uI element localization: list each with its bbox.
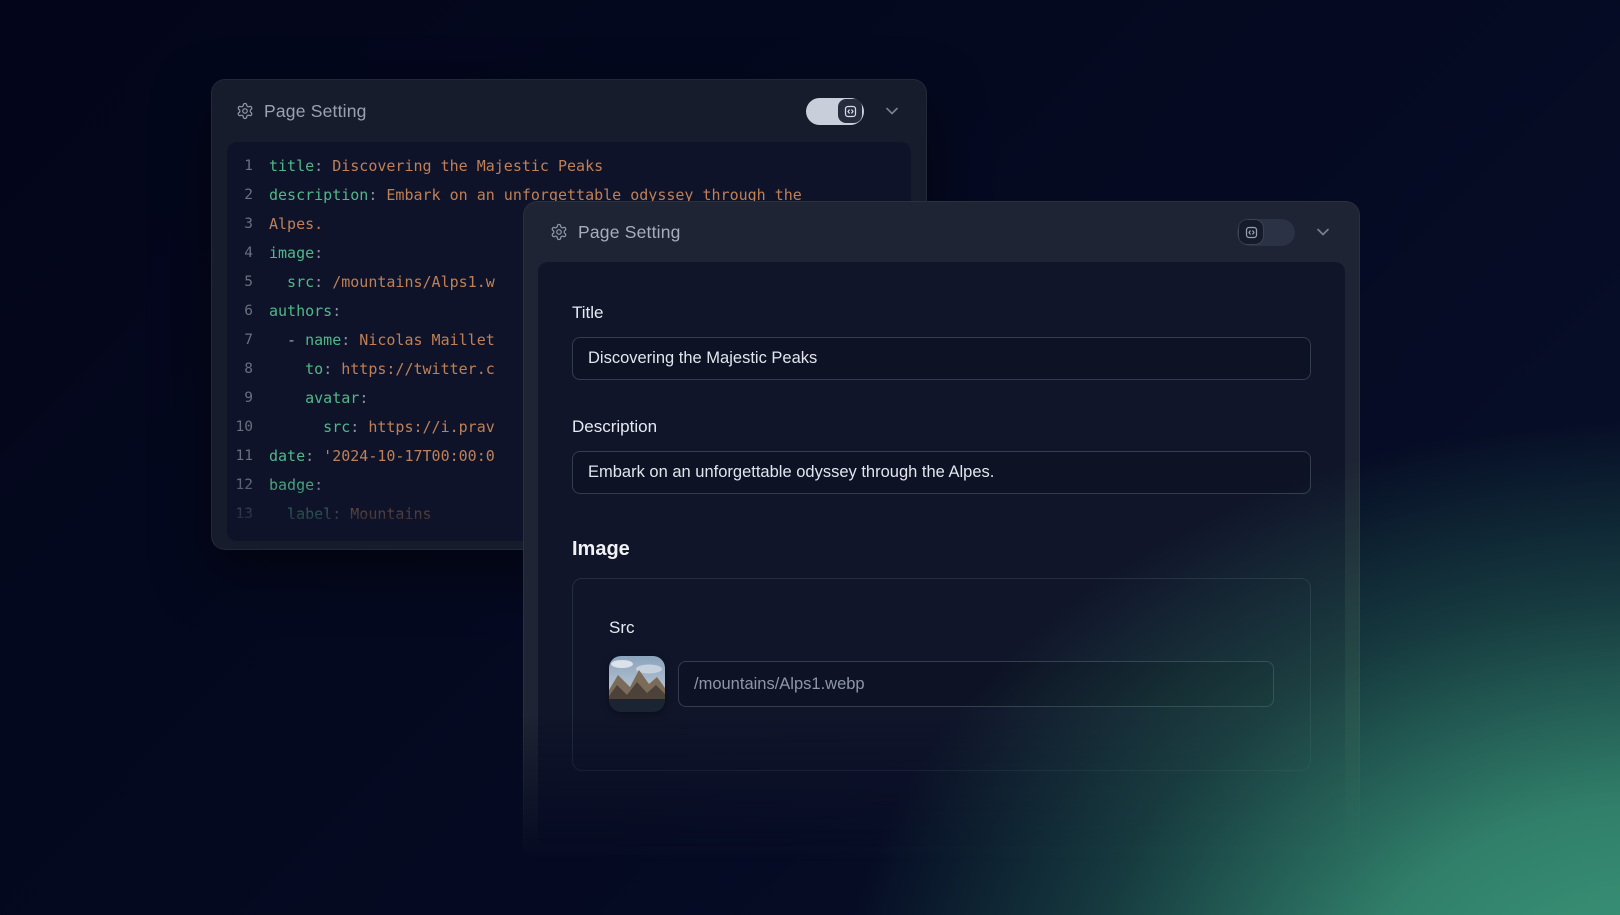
back-panel-header: Page Setting (212, 80, 926, 142)
line-number: 1 (227, 158, 269, 174)
image-section-heading: Image (572, 538, 1311, 561)
line-number: 11 (227, 448, 269, 464)
chevron-down-icon[interactable] (1313, 222, 1333, 242)
code-text: date: '2024-10-17T00:00:0 (269, 447, 495, 465)
title-label: Title (572, 303, 1311, 323)
image-thumbnail (609, 656, 665, 712)
line-number: 3 (227, 216, 269, 232)
code-view-toggle[interactable] (1237, 219, 1295, 246)
page-setting-panel-form: Page Setting Title Description Image Src (523, 201, 1360, 861)
chevron-down-icon[interactable] (882, 101, 902, 121)
line-number: 8 (227, 361, 269, 377)
line-number: 10 (227, 419, 269, 435)
line-number: 2 (227, 187, 269, 203)
line-number: 7 (227, 332, 269, 348)
code-text: Alpes. (269, 215, 323, 233)
line-number: 13 (227, 506, 269, 522)
image-src-input[interactable] (678, 661, 1274, 707)
image-card: Src (572, 578, 1311, 771)
code-text: authors: (269, 302, 341, 320)
panel-title: Page Setting (264, 101, 367, 122)
title-input[interactable] (572, 337, 1311, 380)
code-square-icon (1239, 220, 1263, 244)
code-text: title: Discovering the Majestic Peaks (269, 157, 603, 175)
gear-icon (550, 223, 568, 241)
line-number: 4 (227, 245, 269, 261)
line-number: 5 (227, 274, 269, 290)
desktop-background: Page Setting 1title: Discovering the Maj… (0, 0, 1620, 915)
code-text: label: Mountains (269, 505, 432, 523)
code-line: 1title: Discovering the Majestic Peaks (227, 151, 911, 180)
code-view-toggle[interactable] (806, 98, 864, 125)
description-label: Description (572, 417, 1311, 437)
gear-icon (236, 102, 254, 120)
description-input[interactable] (572, 451, 1311, 494)
src-label: Src (609, 618, 1274, 638)
code-text: image: (269, 244, 323, 262)
front-panel-header: Page Setting (524, 202, 1359, 262)
page-setting-form: Title Description Image Src (538, 262, 1345, 846)
line-number: 6 (227, 303, 269, 319)
code-text: - name: Nicolas Maillet (269, 331, 495, 349)
line-number: 12 (227, 477, 269, 493)
code-text: src: https://i.prav (269, 418, 495, 436)
panel-title: Page Setting (578, 222, 681, 243)
code-text: src: /mountains/Alps1.w (269, 273, 495, 291)
code-text: avatar: (269, 389, 368, 407)
code-square-icon (838, 99, 862, 123)
code-text: badge: (269, 476, 323, 494)
line-number: 9 (227, 390, 269, 406)
code-text: to: https://twitter.c (269, 360, 495, 378)
